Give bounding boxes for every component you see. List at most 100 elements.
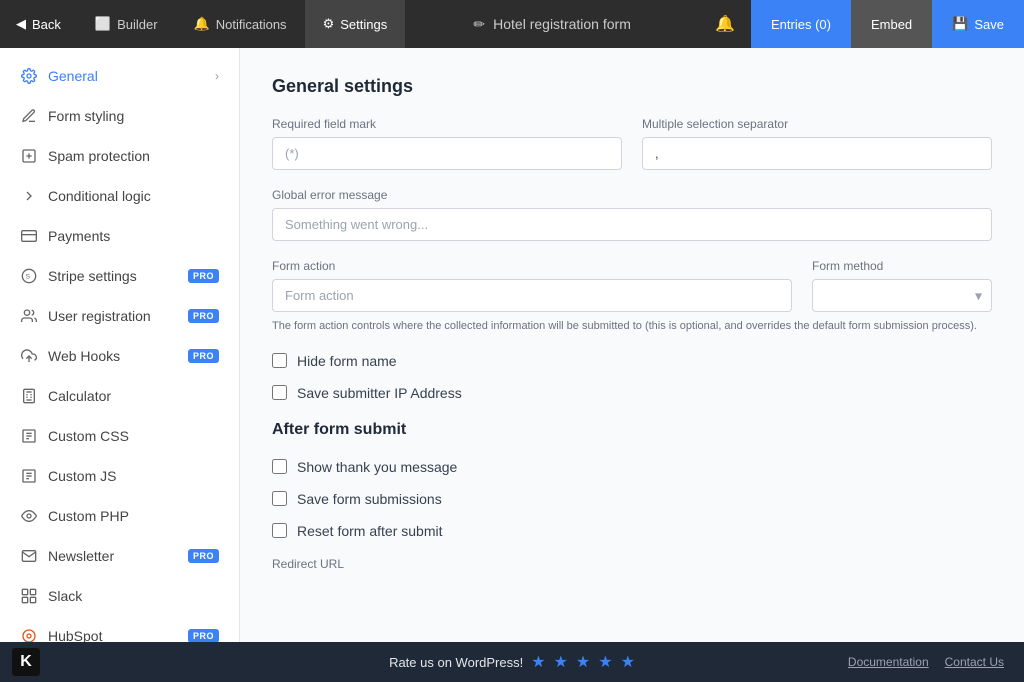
payments-icon bbox=[20, 227, 38, 245]
sidebar-item-custom-php[interactable]: Custom PHP bbox=[0, 496, 239, 536]
contact-us-link[interactable]: Contact Us bbox=[945, 655, 1004, 669]
content-area: General settings Required field mark Mul… bbox=[240, 48, 1024, 642]
entries-button[interactable]: Entries (0) bbox=[751, 0, 851, 48]
nav-notifications-label: Notifications bbox=[216, 17, 287, 32]
nav-notifications[interactable]: 🔔 Notifications bbox=[176, 0, 305, 48]
pro-badge-hubspot: PRO bbox=[188, 629, 219, 642]
sidebar-label-hubspot: HubSpot bbox=[48, 628, 172, 642]
global-error-message-input[interactable] bbox=[272, 208, 992, 241]
global-error-message-group: Global error message bbox=[272, 188, 992, 241]
reset-form-checkbox[interactable] bbox=[272, 523, 287, 538]
reset-form-label: Reset form after submit bbox=[297, 523, 443, 539]
sidebar-item-calculator[interactable]: Calculator bbox=[0, 376, 239, 416]
edit-icon: ✏ bbox=[473, 16, 485, 33]
svg-text:S: S bbox=[26, 274, 31, 281]
hide-form-name-label: Hide form name bbox=[297, 353, 397, 369]
form-method-select[interactable]: GET POST bbox=[812, 279, 992, 312]
footer-links: Documentation Contact Us bbox=[848, 655, 1004, 669]
logo-letter: K bbox=[20, 653, 32, 671]
form-method-label: Form method bbox=[812, 259, 992, 273]
star-2: ★ bbox=[554, 652, 568, 672]
form-title-area: ✏ Hotel registration form bbox=[405, 16, 699, 33]
form-action-help: The form action controls where the colle… bbox=[272, 318, 992, 335]
save-form-submissions-label: Save form submissions bbox=[297, 491, 442, 507]
pro-badge-web-hooks: PRO bbox=[188, 349, 219, 363]
sidebar-item-newsletter[interactable]: NewsletterPRO bbox=[0, 536, 239, 576]
nav-builder[interactable]: ⬜ Builder bbox=[77, 0, 176, 48]
star-4: ★ bbox=[598, 652, 612, 672]
required-field-mark-input[interactable] bbox=[272, 137, 622, 170]
calculator-icon bbox=[20, 387, 38, 405]
star-1: ★ bbox=[531, 652, 545, 672]
rate-text: Rate us on WordPress! bbox=[389, 655, 523, 670]
required-field-mark-group: Required field mark bbox=[272, 117, 622, 170]
sidebar-label-user-registration: User registration bbox=[48, 308, 172, 324]
show-thank-you-row: Show thank you message bbox=[272, 459, 992, 475]
documentation-link[interactable]: Documentation bbox=[848, 655, 929, 669]
save-button[interactable]: 💾 Save bbox=[932, 0, 1024, 48]
sidebar-item-form-styling[interactable]: Form styling bbox=[0, 96, 239, 136]
user-registration-icon bbox=[20, 307, 38, 325]
sidebar-item-custom-js[interactable]: Custom JS bbox=[0, 456, 239, 496]
save-form-submissions-checkbox[interactable] bbox=[272, 491, 287, 506]
form-method-select-wrapper: GET POST bbox=[812, 279, 992, 312]
save-submitter-ip-checkbox[interactable] bbox=[272, 385, 287, 400]
multiple-selection-separator-label: Multiple selection separator bbox=[642, 117, 992, 131]
sidebar-label-payments: Payments bbox=[48, 228, 219, 244]
sidebar-item-conditional-logic[interactable]: Conditional logic bbox=[0, 176, 239, 216]
sidebar-label-stripe-settings: Stripe settings bbox=[48, 268, 172, 284]
hubspot-icon bbox=[20, 627, 38, 642]
notification-bell[interactable]: 🔔 bbox=[699, 14, 751, 34]
sidebar-label-spam-protection: Spam protection bbox=[48, 148, 219, 164]
settings-icon: ⚙ bbox=[323, 16, 335, 32]
show-thank-you-checkbox[interactable] bbox=[272, 459, 287, 474]
pro-badge-stripe-settings: PRO bbox=[188, 269, 219, 283]
sidebar-item-user-registration[interactable]: User registrationPRO bbox=[0, 296, 239, 336]
footer: K Rate us on WordPress! ★ ★ ★ ★ ★ Docume… bbox=[0, 642, 1024, 682]
nav-builder-label: Builder bbox=[117, 17, 157, 32]
nav-settings[interactable]: ⚙ Settings bbox=[305, 0, 406, 48]
star-5: ★ bbox=[621, 652, 635, 672]
embed-button[interactable]: Embed bbox=[851, 0, 932, 48]
sidebar-item-spam-protection[interactable]: Spam protection bbox=[0, 136, 239, 176]
save-label: Save bbox=[974, 17, 1004, 32]
sidebar-label-calculator: Calculator bbox=[48, 388, 219, 404]
back-label: Back bbox=[32, 17, 61, 32]
sidebar-item-general[interactable]: General› bbox=[0, 56, 239, 96]
top-nav: ◀ Back ⬜ Builder 🔔 Notifications ⚙ Setti… bbox=[0, 0, 1024, 48]
section-title: General settings bbox=[272, 76, 992, 97]
sidebar-label-conditional-logic: Conditional logic bbox=[48, 188, 219, 204]
back-button[interactable]: ◀ Back bbox=[0, 0, 77, 48]
sidebar-label-general: General bbox=[48, 68, 205, 84]
required-field-mark-label: Required field mark bbox=[272, 117, 622, 131]
sidebar-item-slack[interactable]: Slack bbox=[0, 576, 239, 616]
sidebar-label-custom-php: Custom PHP bbox=[48, 508, 219, 524]
redirect-url-label: Redirect URL bbox=[272, 557, 344, 571]
hide-form-name-checkbox[interactable] bbox=[272, 353, 287, 368]
multiple-selection-separator-input[interactable] bbox=[642, 137, 992, 170]
sidebar: General›Form styling Spam protection Condi… bbox=[0, 48, 240, 642]
footer-logo: K bbox=[12, 648, 40, 676]
form-action-row: Form action Form method GET POST bbox=[272, 259, 992, 312]
conditional-logic-icon bbox=[20, 187, 38, 205]
star-3: ★ bbox=[576, 652, 590, 672]
builder-icon: ⬜ bbox=[95, 16, 111, 32]
sidebar-label-custom-js: Custom JS bbox=[48, 468, 219, 484]
newsletter-icon bbox=[20, 547, 38, 565]
form-action-group: Form action bbox=[272, 259, 792, 312]
save-form-submissions-row: Save form submissions bbox=[272, 491, 992, 507]
footer-center: Rate us on WordPress! ★ ★ ★ ★ ★ bbox=[389, 652, 635, 672]
custom-php-icon bbox=[20, 507, 38, 525]
sidebar-item-payments[interactable]: Payments bbox=[0, 216, 239, 256]
sidebar-label-custom-css: Custom CSS bbox=[48, 428, 219, 444]
sidebar-item-hubspot[interactable]: HubSpot PRO bbox=[0, 616, 239, 642]
sidebar-item-custom-css[interactable]: Custom CSS bbox=[0, 416, 239, 456]
form-action-input[interactable] bbox=[272, 279, 792, 312]
spam-protection-icon bbox=[20, 147, 38, 165]
sidebar-item-stripe-settings[interactable]: S Stripe settings PRO bbox=[0, 256, 239, 296]
sidebar-item-web-hooks[interactable]: Web HooksPRO bbox=[0, 336, 239, 376]
after-form-submit-title: After form submit bbox=[272, 421, 992, 439]
pro-badge-newsletter: PRO bbox=[188, 549, 219, 563]
custom-js-icon bbox=[20, 467, 38, 485]
sidebar-label-slack: Slack bbox=[48, 588, 219, 604]
